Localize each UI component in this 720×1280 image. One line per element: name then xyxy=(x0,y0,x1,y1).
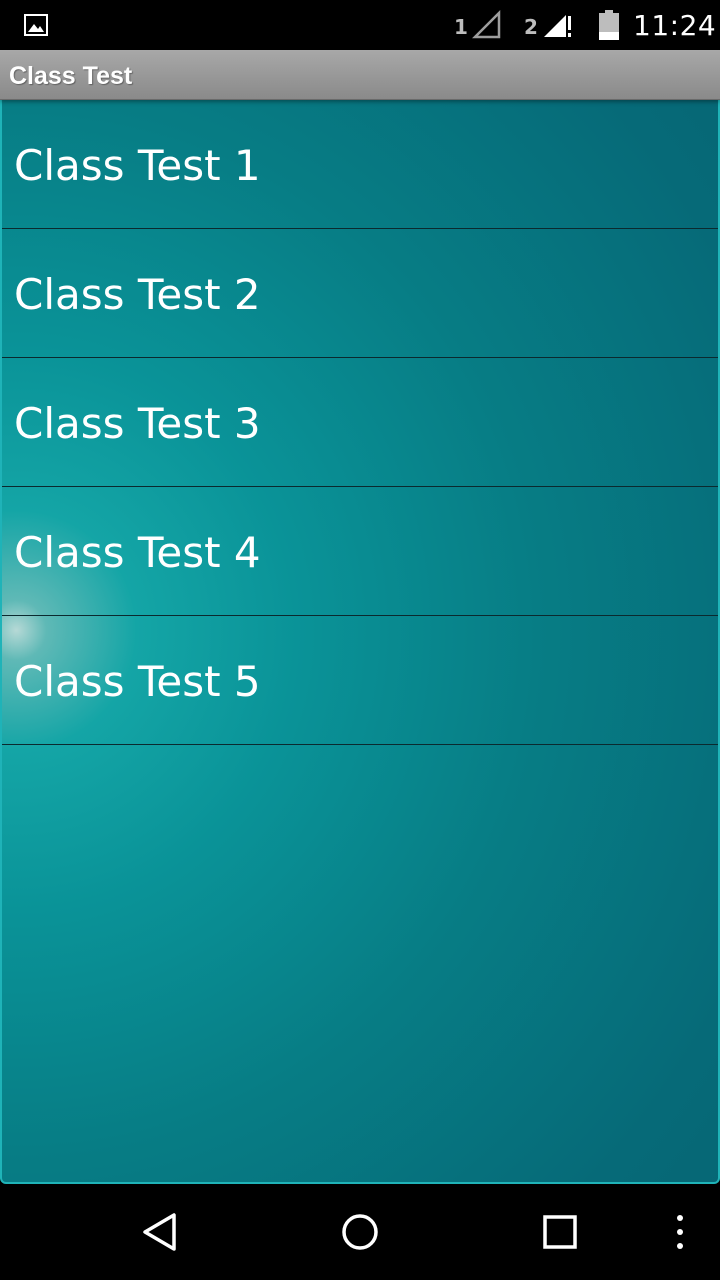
class-test-list: Class Test 1 Class Test 2 Class Test 3 C… xyxy=(2,100,718,745)
status-clock: 11:24 xyxy=(633,9,717,42)
recents-icon[interactable] xyxy=(540,1212,580,1252)
signal-sim2-icon xyxy=(544,15,571,37)
sim1-signal: 1 xyxy=(454,10,502,40)
back-icon[interactable] xyxy=(140,1212,180,1252)
signal-sim1-icon xyxy=(472,10,501,39)
gallery-icon xyxy=(24,14,48,36)
list-item-class-test-1[interactable]: Class Test 1 xyxy=(2,100,718,229)
list-item-label: Class Test 5 xyxy=(14,656,261,706)
battery-icon xyxy=(599,10,619,40)
sim1-label: 1 xyxy=(454,15,468,39)
navigation-bar xyxy=(0,1184,720,1280)
sim2-label: 2 xyxy=(524,15,538,39)
list-item-label: Class Test 4 xyxy=(14,527,261,577)
overflow-menu-icon[interactable] xyxy=(668,1212,692,1252)
list-item-label: Class Test 1 xyxy=(14,140,261,190)
page-title: Class Test xyxy=(9,62,133,90)
list-item-class-test-3[interactable]: Class Test 3 xyxy=(2,358,718,487)
app-title-bar: Class Test xyxy=(0,50,720,100)
list-item-label: Class Test 3 xyxy=(14,398,261,448)
list-item-label: Class Test 2 xyxy=(14,269,261,319)
status-bar: 1 2 11:24 xyxy=(0,0,720,50)
list-item-class-test-5[interactable]: Class Test 5 xyxy=(2,616,718,745)
list-item-class-test-4[interactable]: Class Test 4 xyxy=(2,487,718,616)
list-item-class-test-2[interactable]: Class Test 2 xyxy=(2,229,718,358)
sim2-signal: 2 xyxy=(524,10,574,40)
home-icon[interactable] xyxy=(340,1212,380,1252)
main-content: Class Test 1 Class Test 2 Class Test 3 C… xyxy=(0,100,720,1184)
